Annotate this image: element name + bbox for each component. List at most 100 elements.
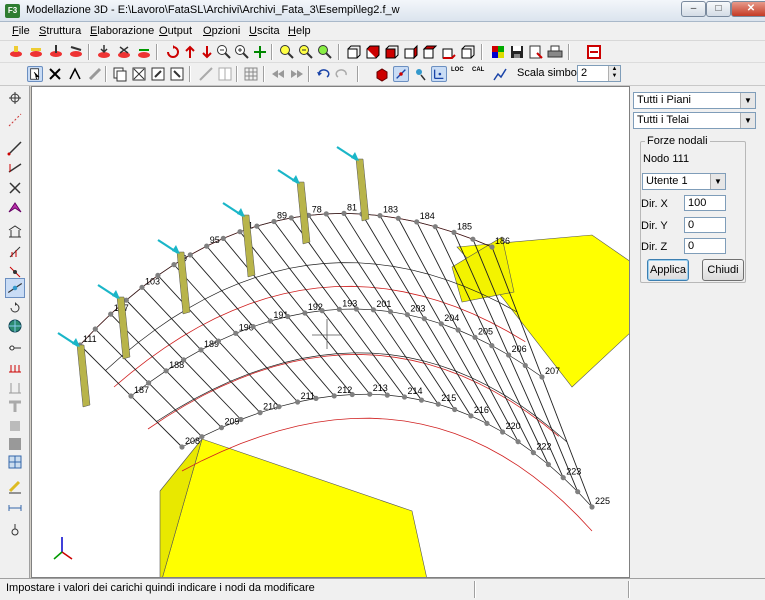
globe-tool-icon[interactable] — [7, 318, 23, 334]
copy-icon[interactable] — [112, 66, 128, 82]
print-icon[interactable] — [547, 44, 563, 60]
load-tool-icon[interactable] — [7, 380, 23, 396]
rotate-red-icon[interactable] — [165, 44, 181, 60]
structure-3d-view[interactable]: 1111071039995918978811831841851861871881… — [32, 87, 630, 578]
beam-insert-icon[interactable] — [28, 44, 44, 60]
dir-y-field[interactable]: 0 — [684, 217, 726, 233]
delete-x-icon[interactable] — [47, 66, 63, 82]
undo-icon[interactable] — [315, 66, 331, 82]
chevron-down-icon[interactable]: ▼ — [740, 93, 755, 108]
cal-icon[interactable]: CAL — [472, 66, 488, 82]
next-icon[interactable] — [289, 66, 305, 82]
frame-tool-icon[interactable] — [7, 454, 23, 470]
model-3d-viewport[interactable]: 1111071039995918978811831841851861871881… — [31, 86, 630, 578]
dimension-tool-icon[interactable] — [7, 500, 23, 516]
close-button[interactable]: ✕ — [731, 1, 765, 17]
zoom-all-icon[interactable] — [298, 44, 314, 60]
zoom-extent-icon[interactable] — [317, 44, 333, 60]
view-back-icon[interactable] — [365, 44, 381, 60]
load-delete-icon[interactable] — [116, 44, 132, 60]
cross-tool-icon[interactable] — [7, 180, 23, 196]
view-front-icon[interactable] — [346, 44, 362, 60]
view-bottom-icon[interactable] — [441, 44, 457, 60]
toolbar-separator — [308, 66, 310, 82]
previous-icon[interactable] — [270, 66, 286, 82]
menu-help[interactable]: Help — [288, 25, 311, 37]
palette-icon[interactable] — [490, 44, 506, 60]
move-icon[interactable] — [150, 66, 166, 82]
menu-elaborazione[interactable]: Elaborazione — [90, 25, 154, 37]
user-select[interactable]: Utente 1 ▼ — [642, 173, 726, 190]
structure-node — [472, 334, 478, 340]
force-mode-icon[interactable] — [393, 66, 409, 82]
load-insert-icon[interactable] — [96, 44, 112, 60]
pan-icon[interactable] — [252, 44, 268, 60]
chevron-down-icon[interactable]: ▼ — [710, 174, 725, 189]
shape-tool-icon[interactable] — [7, 200, 23, 216]
node-number-label: 210 — [263, 402, 278, 412]
spring-tool-icon[interactable] — [7, 360, 23, 376]
exit-icon[interactable] — [586, 44, 602, 60]
pillar-insert-icon[interactable] — [48, 44, 64, 60]
menu-struttura[interactable]: Struttura — [39, 25, 81, 37]
minimize-button[interactable]: – — [681, 1, 706, 17]
t-tool-icon[interactable] — [7, 398, 23, 414]
line-tool-icon[interactable] — [7, 140, 23, 156]
node-insert-icon[interactable] — [8, 44, 24, 60]
view-right-icon[interactable] — [403, 44, 419, 60]
rotate-up-icon[interactable] — [182, 44, 198, 60]
menu-opzioni[interactable]: Opzioni — [203, 25, 240, 37]
redo-icon[interactable] — [334, 66, 350, 82]
axes-icon[interactable] — [431, 66, 447, 82]
dir-x-field[interactable]: 100 — [684, 195, 726, 211]
solid-view-icon[interactable] — [374, 66, 390, 82]
view-left-icon[interactable] — [384, 44, 400, 60]
view-top-icon[interactable] — [422, 44, 438, 60]
view-axo-icon[interactable] — [460, 44, 476, 60]
force-tool-icon[interactable] — [5, 278, 25, 298]
rotate-icon[interactable] — [169, 66, 185, 82]
section-icon[interactable] — [217, 66, 233, 82]
save-icon[interactable] — [509, 44, 525, 60]
rotate-down-icon[interactable] — [199, 44, 215, 60]
node-info-icon[interactable] — [412, 66, 428, 82]
floors-select[interactable]: Tutti i Piani ▼ — [633, 92, 756, 109]
plate-tool-icon[interactable] — [7, 436, 23, 452]
probe-tool-icon[interactable] — [7, 522, 23, 538]
slab-insert-icon[interactable] — [136, 44, 152, 60]
menu-output[interactable]: Output — [159, 25, 192, 37]
loc-icon[interactable]: LOC — [451, 66, 467, 82]
apply-button[interactable]: Applica — [647, 259, 689, 281]
support-tool-icon[interactable] — [7, 244, 23, 260]
title-bar: F3 Modellazione 3D - E:\Lavoro\FataSL\Ar… — [0, 0, 765, 22]
hinge-tool-icon[interactable] — [7, 340, 23, 356]
close-panel-button[interactable]: Chiudi — [702, 259, 744, 281]
pencil-tool-icon[interactable] — [7, 478, 23, 494]
grid-icon[interactable] — [243, 66, 259, 82]
chart-icon[interactable] — [492, 66, 508, 82]
slab-tool-icon[interactable] — [7, 418, 23, 434]
menu-uscita[interactable]: Uscita — [249, 25, 280, 37]
spinner-arrows-icon[interactable]: ▲ ▼ — [608, 66, 620, 81]
rotate-tool-icon[interactable] — [7, 300, 23, 316]
stair-tool-icon[interactable] — [7, 224, 23, 240]
chevron-down-icon[interactable]: ▼ — [740, 113, 755, 128]
node-dotted-icon[interactable] — [7, 112, 23, 128]
select-pointer-icon[interactable] — [27, 66, 43, 82]
scale-symbols-spinner[interactable]: 2 ▲ ▼ — [577, 65, 621, 82]
dir-z-field[interactable]: 0 — [684, 238, 726, 254]
zoom-in-icon[interactable] — [234, 44, 250, 60]
node-tool-icon[interactable] — [7, 90, 23, 106]
frames-select[interactable]: Tutti i Telai ▼ — [633, 112, 756, 129]
zoom-out-icon[interactable] — [216, 44, 232, 60]
measure-icon[interactable] — [198, 66, 214, 82]
pencil-icon[interactable] — [87, 66, 103, 82]
zoom-window-icon[interactable] — [279, 44, 295, 60]
menu-file[interactable]: File — [12, 25, 30, 37]
maximize-button[interactable]: □ — [706, 1, 731, 17]
wall-insert-icon[interactable] — [68, 44, 84, 60]
edit-node-icon[interactable] — [67, 66, 83, 82]
mirror-icon[interactable] — [131, 66, 147, 82]
beam-tool-icon[interactable] — [7, 160, 23, 176]
save-as-icon[interactable] — [528, 44, 544, 60]
